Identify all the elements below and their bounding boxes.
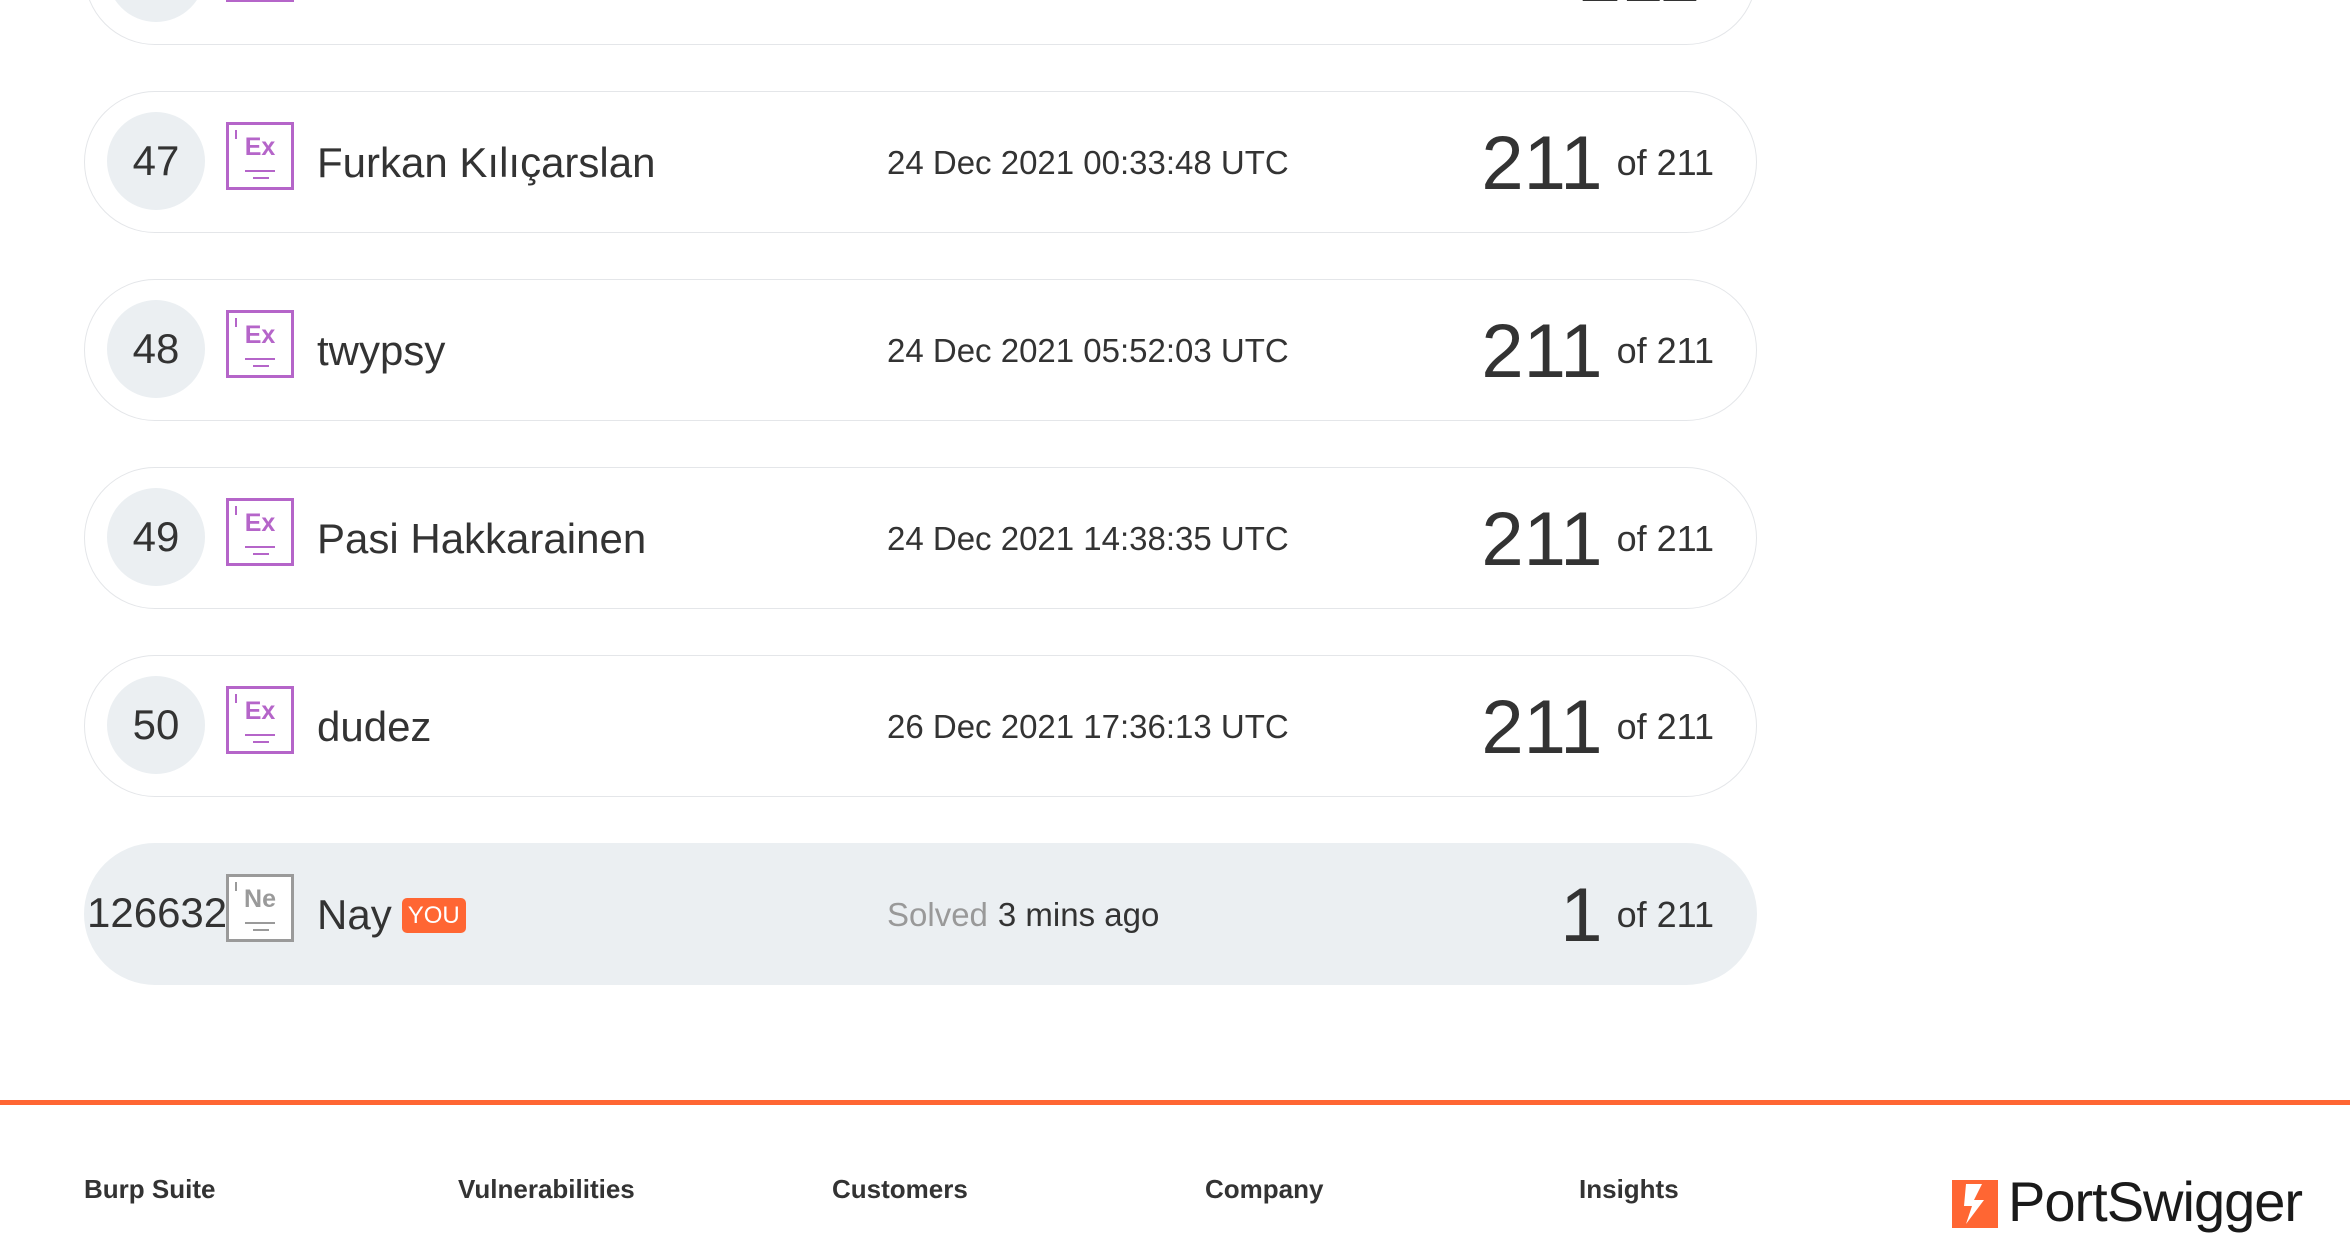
expert-level-icon: Ex	[226, 686, 294, 754]
user-name: dudez	[317, 703, 432, 750]
footer-link-customers[interactable]: Customers	[832, 1174, 968, 1205]
leaderboard-row: 50 Ex dudez 26 Dec 2021 17:36:13 UTC 211…	[84, 655, 1757, 797]
score-value: 1	[1560, 872, 1603, 958]
solved-date: 24 Dec 2021 00:33:48 UTC	[887, 144, 1289, 181]
score-value: 211	[1481, 684, 1603, 770]
portswigger-logo[interactable]: PortSwigger	[1952, 1170, 2303, 1233]
footer-link-burp-suite[interactable]: Burp Suite	[84, 1174, 215, 1205]
leaderboard-row: 211	[84, 0, 1757, 45]
user-name-container: Nay YOU	[317, 844, 466, 986]
score-total: of 211	[1616, 894, 1714, 935]
score-total: of 211	[1616, 518, 1714, 559]
score: 1 of 211	[1560, 844, 1714, 986]
leaderboard-row: 49 Ex Pasi Hakkarainen 24 Dec 2021 14:38…	[84, 467, 1757, 609]
score-value: 211	[1481, 496, 1603, 582]
leaderboard-row: 48 Ex twypsy 24 Dec 2021 05:52:03 UTC 21…	[84, 279, 1757, 421]
novice-level-icon: Ne	[226, 874, 294, 942]
solved-label: Solved	[887, 896, 988, 933]
portswigger-logo-icon	[1952, 1180, 1998, 1228]
footer-link-insights[interactable]: Insights	[1579, 1174, 1679, 1205]
rank-number: 126632	[87, 889, 228, 936]
you-badge: YOU	[401, 897, 466, 933]
user-name: Pasi Hakkarainen	[317, 515, 647, 562]
score: 211 of 211	[1481, 468, 1714, 610]
solved-info: Solved 3 mins ago	[887, 844, 1159, 986]
score-total: of 211	[1616, 706, 1714, 747]
score: 211	[1579, 0, 1714, 46]
level-abbreviation: Ex	[244, 509, 276, 537]
score: 211 of 211	[1481, 280, 1714, 422]
user-name: twypsy	[317, 327, 446, 374]
solved-date: 24 Dec 2021 05:52:03 UTC	[887, 332, 1289, 369]
footer-divider	[0, 1100, 2350, 1105]
footer-link-vulnerabilities[interactable]: Vulnerabilities	[458, 1174, 635, 1205]
footer-link-company[interactable]: Company	[1205, 1174, 1323, 1205]
score-value: 211	[1579, 0, 1700, 19]
logo-text: PortSwigger	[2008, 1170, 2303, 1233]
score-total: of 211	[1616, 330, 1714, 371]
score-value: 211	[1481, 308, 1603, 394]
rank-number: 48	[107, 300, 205, 398]
solved-date: 24 Dec 2021 14:38:35 UTC	[887, 520, 1289, 557]
score-value: 211	[1481, 120, 1603, 206]
expert-level-icon	[226, 0, 294, 2]
solved-date: 26 Dec 2021 17:36:13 UTC	[887, 708, 1289, 745]
level-abbreviation: Ex	[244, 133, 276, 161]
current-user-row: 126632 Ne Nay YOU Solved 3 mins ago 1 of…	[84, 843, 1757, 985]
expert-level-icon: Ex	[226, 498, 294, 566]
rank-number: 50	[107, 676, 205, 774]
level-abbreviation: Ex	[244, 321, 276, 349]
expert-level-icon: Ex	[226, 122, 294, 190]
leaderboard-row: 47 Ex Furkan Kılıçarslan 24 Dec 2021 00:…	[84, 91, 1757, 233]
level-abbreviation: Ne	[244, 885, 276, 913]
rank-number: 47	[107, 112, 205, 210]
rank-number	[107, 0, 205, 22]
user-name: Furkan Kılıçarslan	[317, 139, 656, 186]
score: 211 of 211	[1481, 92, 1714, 234]
level-abbreviation: Ex	[244, 697, 276, 725]
score: 211 of 211	[1481, 656, 1714, 798]
score-total: of 211	[1616, 142, 1714, 183]
user-name: Nay	[317, 891, 392, 938]
expert-level-icon: Ex	[226, 310, 294, 378]
rank-number: 49	[107, 488, 205, 586]
solved-time: 3 mins ago	[997, 896, 1160, 933]
